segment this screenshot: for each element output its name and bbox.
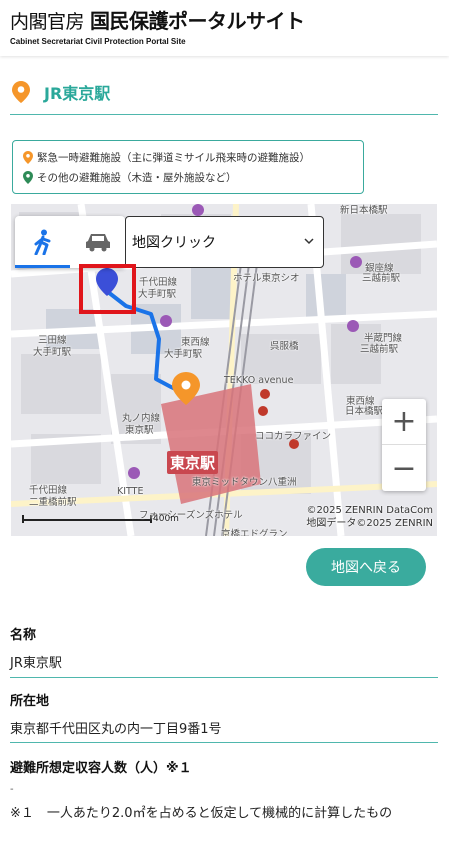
facility-address-field: 所在地 東京都千代田区丸の内一丁目9番1号: [10, 690, 438, 737]
zoom-controls: + −: [382, 399, 426, 491]
name-value: JR東京駅: [10, 656, 62, 671]
address-label: 所在地: [10, 694, 50, 709]
map-label: ホテル東京シオ: [233, 273, 300, 284]
field-divider: [10, 677, 438, 678]
scale-label: 400m: [153, 514, 179, 524]
map-label: 三越前駅: [362, 273, 401, 284]
legend-label: 緊急一時避難施設（主に弾道ミサイル飛来時の避難施設）: [37, 151, 310, 164]
map-label: 二重橋前駅: [29, 497, 77, 508]
map-mode-selected-value: 地図クリック: [132, 235, 216, 251]
map-label: 日本橋駅: [345, 406, 384, 417]
tokyo-station-label: 東京駅: [167, 451, 219, 474]
car-mode-button[interactable]: [70, 216, 125, 268]
travel-mode-toggle: [15, 216, 125, 268]
facility-title-row: JR東京駅: [12, 80, 110, 104]
capacity-note: ※１ 一人あたり2.0㎡を占めると仮定して機械的に計算したもの: [10, 806, 393, 821]
route-map[interactable]: 新日本橋駅 銀座線 三越前駅 ホテル東京シオ 半蔵門線 三越前駅 千代田線 大手…: [11, 204, 437, 536]
chevron-down-icon: [304, 238, 314, 245]
map-label: 東京駅: [125, 425, 154, 436]
copyright-line: 地図データ©2025 ZENRIN: [306, 518, 433, 529]
map-label: ココカラファイン: [255, 431, 332, 442]
map-label: 呉服橋: [270, 341, 299, 352]
legend-item-other: その他の避難施設（木造・屋外施設など）: [23, 167, 363, 187]
copyright-line: ©2025 ZENRIN DataCom: [306, 505, 433, 516]
site-logo[interactable]: 内閣官房 国民保護ポータルサイト: [10, 5, 305, 34]
field-divider: [10, 742, 438, 743]
map-legend: 緊急一時避難施設（主に弾道ミサイル飛来時の避難施設） その他の避難施設（木造・屋…: [12, 140, 364, 194]
map-label: 東京ミッドタウン八重洲: [192, 477, 297, 488]
back-to-map-button[interactable]: 地図へ戻る: [306, 548, 426, 586]
legend-label: その他の避難施設（木造・屋外施設など）: [37, 171, 237, 184]
orange-pin-icon: [23, 150, 33, 164]
walking-person-icon: [34, 229, 50, 255]
car-icon: [85, 234, 110, 252]
zoom-in-button[interactable]: +: [382, 399, 426, 445]
site-header: 内閣官房 国民保護ポータルサイト Cabinet Secretariat Civi…: [0, 0, 449, 56]
zoom-out-button[interactable]: −: [382, 445, 426, 491]
logo-subtitle: Cabinet Secretariat Civil Protection Por…: [10, 37, 186, 46]
logo-org-name: 内閣官房: [10, 11, 85, 33]
map-label: KITTE: [117, 486, 144, 497]
name-label: 名称: [10, 628, 37, 643]
title-divider: [10, 114, 438, 115]
map-label: 新日本橋駅: [340, 205, 388, 216]
map-label: 京橋エドグラン: [221, 529, 288, 536]
map-label: 三越前駅: [360, 344, 399, 355]
map-label: 大手町駅: [164, 349, 203, 360]
map-label: TEKKO avenue: [224, 375, 294, 386]
origin-highlight-box: [79, 264, 136, 314]
map-label: 大手町駅: [33, 347, 72, 358]
green-pin-icon: [23, 170, 33, 184]
walk-mode-button[interactable]: [15, 216, 70, 268]
legend-item-emergency: 緊急一時避難施設（主に弾道ミサイル飛来時の避難施設）: [23, 147, 363, 167]
capacity-label: 避難所想定収容人数（人）※１: [10, 761, 192, 776]
map-pin-icon: [12, 81, 30, 103]
map-label: 大手町駅: [138, 289, 177, 300]
facility-name-field: 名称 JR東京駅: [10, 624, 438, 671]
map-mode-select[interactable]: 地図クリック: [125, 216, 324, 268]
logo-site-name: 国民保護ポータルサイト: [90, 9, 305, 33]
page-title: JR東京駅: [44, 84, 111, 103]
capacity-value: -: [10, 784, 14, 795]
map-copyright: ©2025 ZENRIN DataCom 地図データ©2025 ZENRIN: [306, 504, 433, 530]
facility-capacity-field: 避難所想定収容人数（人）※１: [10, 757, 438, 776]
address-value: 東京都千代田区丸の内一丁目9番1号: [10, 722, 222, 737]
